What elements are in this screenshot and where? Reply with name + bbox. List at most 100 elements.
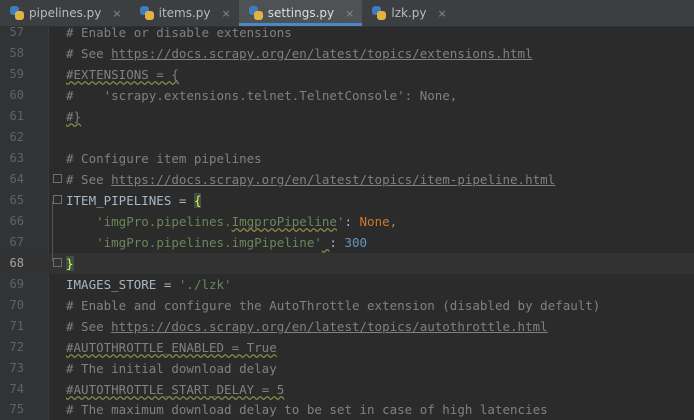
code-line[interactable]: 57 # Enable or disable extensions [0, 22, 694, 43]
comment-text: # See [66, 319, 112, 334]
line-code[interactable]: #AUTOTHROTTLE_START_DELAY = 5 [66, 379, 284, 400]
line-code[interactable]: 'imgPro.pipelines.ImgproPipeline': None, [66, 211, 397, 232]
comment-link[interactable]: https://docs.scrapy.org/en/latest/topics… [111, 46, 532, 61]
line-number: 73 [9, 361, 24, 375]
close-tab-icon[interactable]: × [437, 7, 446, 20]
line-number: 64 [9, 172, 24, 186]
code-line[interactable]: 75 # The maximum download delay to be se… [0, 399, 694, 420]
code-line[interactable]: 62 [0, 127, 694, 148]
code-editor[interactable]: 57 # Enable or disable extensions 58 # S… [0, 25, 694, 420]
code-line[interactable]: 72 #AUTOTHROTTLE_ENABLED = True [0, 337, 694, 358]
comment-text: # See [66, 46, 112, 61]
fold-marker-icon[interactable] [53, 258, 62, 267]
line-number: 62 [9, 130, 24, 144]
comment-text: #EXTENSIONS = { [66, 67, 179, 82]
comma: , [389, 214, 398, 229]
close-tab-icon[interactable]: × [222, 7, 231, 20]
line-code[interactable]: } [66, 253, 74, 274]
line-code[interactable]: #EXTENSIONS = { [66, 64, 179, 85]
fold-guide [52, 201, 53, 261]
colon: : [329, 235, 345, 250]
code-line[interactable]: 65 ITEM_PIPELINES = { [0, 190, 694, 211]
code-line[interactable]: 59 #EXTENSIONS = { [0, 64, 694, 85]
code-line[interactable]: 69 IMAGES_STORE = './lzk' [0, 274, 694, 295]
line-code[interactable]: # See https://docs.scrapy.org/en/latest/… [66, 316, 548, 337]
python-file-icon [10, 6, 24, 20]
line-code[interactable]: # See https://docs.scrapy.org/en/latest/… [66, 169, 555, 190]
line-code[interactable]: # 'scrapy.extensions.telnet.TelnetConsol… [66, 85, 457, 106]
fold-marker-icon[interactable] [53, 195, 62, 204]
line-number: 74 [9, 382, 24, 396]
code-line[interactable]: 74 #AUTOTHROTTLE_START_DELAY = 5 [0, 379, 694, 400]
comment-link[interactable]: https://docs.scrapy.org/en/latest/topics… [111, 319, 548, 334]
line-code[interactable]: ITEM_PIPELINES = { [66, 190, 202, 211]
line-number: 59 [9, 67, 24, 81]
comment-text: # 'scrapy.extensions.telnet.TelnetConsol… [66, 88, 458, 103]
close-tab-icon[interactable]: × [345, 7, 354, 20]
line-code[interactable]: # The maximum download delay to be set i… [66, 399, 548, 420]
line-number: 69 [9, 277, 24, 291]
comment-text: #AUTOTHROTTLE_START_DELAY = 5 [66, 382, 285, 397]
close-tab-icon[interactable]: × [112, 7, 121, 20]
code-line[interactable]: 61 #} [0, 106, 694, 127]
line-code[interactable]: # Configure item pipelines [66, 148, 262, 169]
tab-label: items.py [158, 6, 211, 20]
string-literal: './lzk' [178, 277, 232, 292]
code-line[interactable]: 70 # Enable and configure the AutoThrott… [0, 295, 694, 316]
code-line[interactable]: 66 'imgPro.pipelines.ImgproPipeline': No… [0, 211, 694, 232]
code-line[interactable]: 71 # See https://docs.scrapy.org/en/late… [0, 316, 694, 337]
code-line[interactable]: 60 # 'scrapy.extensions.telnet.TelnetCon… [0, 85, 694, 106]
line-number: 67 [9, 235, 24, 249]
comment-text: # Enable or disable extensions [66, 25, 292, 40]
colon: : [344, 214, 360, 229]
identifier: ITEM_PIPELINES = [66, 193, 194, 208]
tab-label: settings.py [267, 6, 335, 20]
comment-text: # The initial download delay [66, 361, 277, 376]
code-line-current[interactable]: 68 } [0, 253, 694, 274]
python-file-icon [248, 6, 263, 20]
comment-link[interactable]: https://docs.scrapy.org/en/latest/topics… [111, 172, 555, 187]
line-number: 71 [9, 319, 24, 333]
string-literal: 'imgPro.pipelines. [96, 214, 232, 229]
comment-text: #AUTOTHROTTLE_ENABLED = True [66, 340, 277, 355]
comment-text: # Configure item pipelines [66, 151, 262, 166]
line-number: 65 [9, 193, 24, 207]
code-line[interactable]: 67 'imgPro.pipelines.imgPipeline' : 300 [0, 232, 694, 253]
line-code[interactable]: # See https://docs.scrapy.org/en/latest/… [66, 43, 533, 64]
line-number: 72 [9, 340, 24, 354]
line-code[interactable]: # The initial download delay [66, 358, 277, 379]
code-line[interactable]: 58 # See https://docs.scrapy.org/en/late… [0, 43, 694, 64]
line-number: 60 [9, 88, 24, 102]
line-number: 75 [9, 402, 24, 416]
comment-text: #} [66, 109, 82, 124]
tab-label: lzk.py [391, 6, 427, 20]
python-file-icon [372, 6, 387, 20]
line-code[interactable]: #} [66, 106, 81, 127]
python-file-icon [139, 6, 154, 20]
line-code[interactable]: IMAGES_STORE = './lzk' [66, 274, 232, 295]
line-number: 57 [9, 25, 24, 39]
line-number: 61 [9, 109, 24, 123]
line-code[interactable]: 'imgPro.pipelines.imgPipeline' : 300 [66, 232, 367, 253]
string-literal-typo: ImgproPipeline [231, 214, 337, 229]
line-code[interactable]: # Enable and configure the AutoThrottle … [66, 295, 600, 316]
keyword-none: None [359, 214, 390, 229]
comment-text: # See [66, 172, 112, 187]
line-code[interactable]: # Enable or disable extensions [66, 22, 292, 43]
string-literal: 'imgPro.pipelines.imgPipeline' [96, 235, 322, 250]
comment-text: # The maximum download delay to be set i… [66, 402, 548, 417]
code-line[interactable]: 64 # See https://docs.scrapy.org/en/late… [0, 169, 694, 190]
fold-marker-icon[interactable] [53, 174, 62, 183]
code-line[interactable]: 63 # Configure item pipelines [0, 148, 694, 169]
line-number: 58 [9, 46, 24, 60]
tab-label: pipelines.py [29, 6, 102, 20]
identifier: IMAGES_STORE = [66, 277, 179, 292]
line-code[interactable]: #AUTOTHROTTLE_ENABLED = True [66, 337, 277, 358]
code-line[interactable]: 73 # The initial download delay [0, 358, 694, 379]
comment-text: # Enable and configure the AutoThrottle … [66, 298, 601, 313]
line-number: 66 [9, 214, 24, 228]
brace-match: } [66, 256, 74, 271]
number-literal: 300 [344, 235, 368, 250]
